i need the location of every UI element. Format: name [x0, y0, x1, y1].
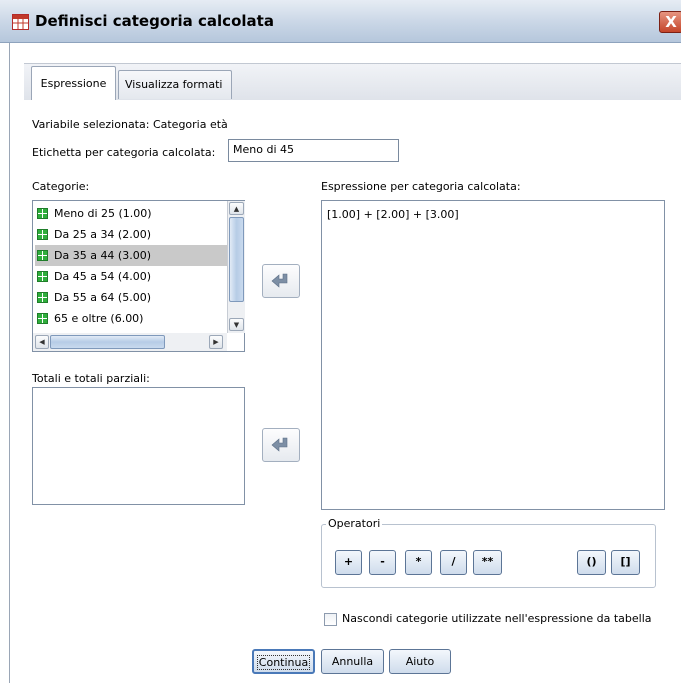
totals-label: Totali e totali parziali:	[32, 372, 150, 385]
calc-label-input[interactable]: Meno di 45	[228, 139, 399, 162]
multiply-operator-button[interactable]: *	[405, 550, 432, 575]
cancel-button[interactable]: Annulla	[321, 649, 384, 674]
category-icon	[37, 292, 48, 303]
scrollbar-thumb[interactable]	[50, 335, 165, 349]
window-title: Definisci categoria calcolata	[35, 12, 274, 30]
continue-button-label: Continua	[256, 655, 311, 670]
scroll-up-icon[interactable]: ▲	[229, 202, 244, 215]
category-icon	[37, 229, 48, 240]
category-icon	[37, 271, 48, 282]
minus-operator-button[interactable]: -	[369, 550, 396, 575]
list-item-selected[interactable]: Da 35 a 44 (3.00)	[35, 245, 228, 266]
brackets-operator-button[interactable]: []	[611, 550, 640, 575]
hide-categories-label: Nascondi categorie utilizzate nell'espre…	[342, 612, 652, 625]
list-item[interactable]: 65 e oltre (6.00)	[35, 308, 245, 329]
scroll-right-icon[interactable]: ▶	[209, 335, 223, 349]
list-item[interactable]: Da 55 a 64 (5.00)	[35, 287, 245, 308]
expression-label: Espressione per categoria calcolata:	[321, 180, 521, 193]
arrow-left-icon	[271, 273, 288, 288]
list-item[interactable]: Da 45 a 54 (4.00)	[35, 266, 245, 287]
scroll-left-icon[interactable]: ◀	[35, 335, 49, 349]
categories-label: Categorie:	[32, 180, 90, 193]
operators-title: Operatori	[326, 517, 383, 530]
move-category-button[interactable]	[262, 264, 300, 298]
categories-vertical-scrollbar[interactable]: ▲ ▼	[227, 201, 245, 333]
close-button[interactable]: X	[659, 11, 681, 33]
help-button[interactable]: Aiuto	[389, 649, 451, 674]
arrow-left-icon	[271, 437, 288, 452]
expression-value: [1.00] + [2.00] + [3.00]	[327, 208, 459, 221]
categories-horizontal-scrollbar[interactable]: ◀ ▶	[33, 333, 227, 351]
plus-operator-button[interactable]: +	[335, 550, 362, 575]
move-total-button[interactable]	[262, 428, 300, 462]
category-icon	[37, 208, 48, 219]
tab-display-formats[interactable]: Visualizza formati	[118, 70, 232, 99]
category-icon	[37, 250, 48, 261]
totals-list[interactable]	[32, 387, 245, 505]
power-operator-button[interactable]: **	[473, 550, 502, 575]
list-item[interactable]: Da 25 a 34 (2.00)	[35, 224, 245, 245]
scroll-down-icon[interactable]: ▼	[229, 318, 244, 331]
divide-operator-button[interactable]: /	[440, 550, 467, 575]
hide-categories-checkbox[interactable]	[324, 613, 337, 626]
tab-expression[interactable]: Espressione	[31, 66, 116, 100]
selected-variable-label: Variabile selezionata: Categoria età	[32, 118, 228, 131]
calc-label-caption: Etichetta per categoria calcolata:	[32, 146, 216, 159]
list-item[interactable]: Meno di 25 (1.00)	[35, 203, 245, 224]
parentheses-operator-button[interactable]: ()	[577, 550, 606, 575]
table-icon	[12, 14, 29, 30]
scrollbar-thumb[interactable]	[229, 217, 244, 302]
continue-button[interactable]: Continua	[252, 649, 315, 674]
expression-textarea[interactable]: [1.00] + [2.00] + [3.00]	[321, 200, 665, 510]
categories-list[interactable]: Meno di 25 (1.00) Da 25 a 34 (2.00) Da 3…	[32, 200, 245, 352]
category-icon	[37, 313, 48, 324]
